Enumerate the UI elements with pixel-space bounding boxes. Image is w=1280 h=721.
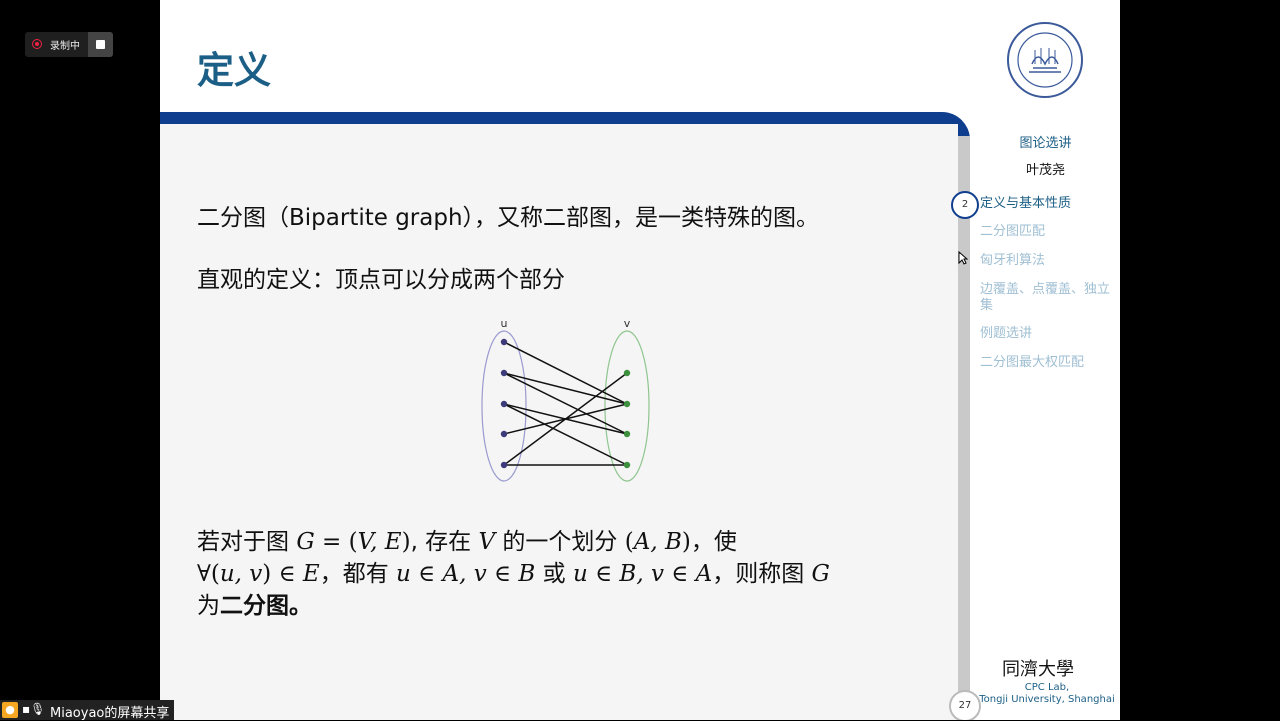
footer-university-name: 同濟大學 (1002, 659, 1074, 680)
screen-share-bar: ● ▪🎙 Miaoyao的屏幕共享 (0, 700, 174, 721)
right-vertex (623, 400, 631, 408)
graph-edge (503, 341, 628, 405)
sidebar-course-title: 图论选讲 (1019, 136, 1072, 151)
tongji-university-seal-icon (1007, 22, 1083, 98)
person-icon: ● (2, 702, 18, 718)
current-page-indicator[interactable]: 2 (951, 191, 979, 219)
left-vertex (500, 430, 508, 438)
recording-indicator: 录制中 (25, 32, 113, 57)
toc-item-cover-independent[interactable]: 边覆盖、点覆盖、独立集 (980, 282, 1116, 314)
stop-recording-button[interactable] (88, 32, 113, 57)
left-vertex (500, 461, 508, 469)
toc-item-max-weight[interactable]: 二分图最大权匹配 (980, 355, 1116, 371)
recording-label: 录制中 (50, 41, 80, 52)
right-vertex (623, 461, 631, 469)
graph-edge (503, 372, 628, 435)
left-partition-label: u (501, 317, 508, 330)
total-pages-indicator[interactable]: 27 (949, 690, 981, 720)
graph-edge (503, 372, 628, 466)
right-partition-label: v (624, 317, 631, 330)
toc-item-matching[interactable]: 二分图匹配 (980, 224, 1116, 240)
slide-title: 定义 (197, 49, 271, 92)
content-area: 二分图（Bipartite graph），又称二部图，是一类特殊的图。 直观的定… (160, 124, 958, 720)
toc-item-hungarian[interactable]: 匈牙利算法 (980, 253, 1116, 269)
term-bipartite-graph: 二分图。 (220, 593, 312, 619)
left-vertex (500, 338, 508, 346)
left-vertex (500, 400, 508, 408)
footer-lab: CPC Lab, Tongji University, Shanghai (979, 682, 1115, 705)
mouse-cursor-icon (958, 251, 968, 265)
right-vertex (623, 430, 631, 438)
slide: 定义 二分图（Bipartite graph），又称二部图，是一类特殊的图。 直… (160, 0, 1120, 720)
left-vertex (500, 369, 508, 377)
right-vertex (623, 369, 631, 377)
bipartite-graph-diagram: u v (481, 317, 650, 482)
graph-edge (503, 403, 628, 466)
toc-item-examples[interactable]: 例题选讲 (980, 326, 1116, 342)
sidebar-author: 叶茂尧 (1025, 163, 1065, 178)
paragraph-bipartite-intro: 二分图（Bipartite graph），又称二部图，是一类特殊的图。 (197, 205, 820, 231)
paragraph-formal-definition: 若对于图 G = (V, E), 存在 V 的一个划分 (A, B)，使 ∀(u,… (197, 529, 830, 619)
progress-rail (958, 136, 970, 720)
mic-icon: ▪🎙 (22, 702, 46, 716)
record-icon (32, 39, 42, 49)
screen-share-label: Miaoyao的屏幕共享 (50, 706, 170, 721)
graph-edge (503, 372, 628, 405)
toc-item-definition[interactable]: 定义与基本性质 (980, 196, 1116, 212)
paragraph-intuitive-definition: 直观的定义：顶点可以分成两个部分 (197, 267, 565, 293)
